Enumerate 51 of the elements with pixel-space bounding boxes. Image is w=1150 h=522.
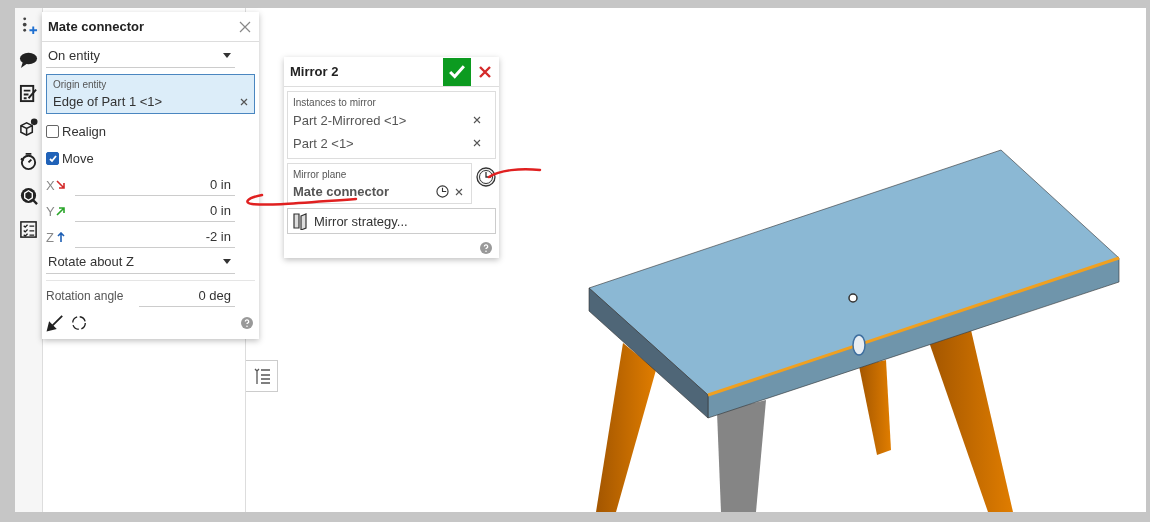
field-value: Mate connector: [293, 184, 390, 199]
field-label: Origin entity: [53, 79, 108, 90]
accept-button[interactable]: [443, 57, 471, 86]
offset-field[interactable]: 0 in: [75, 200, 235, 222]
clear-icon[interactable]: [455, 187, 463, 196]
axis-label: X: [46, 177, 55, 193]
cancel-icon[interactable]: [479, 65, 491, 78]
close-icon[interactable]: [239, 20, 251, 33]
mirror-plane-field[interactable]: Mirror plane Mate connector: [287, 163, 472, 204]
clock-icon[interactable]: [476, 167, 496, 187]
checkbox[interactable]: [46, 125, 59, 138]
annotation-stroke: [487, 168, 542, 179]
instances-field[interactable]: Instances to mirror Part 2-Mirrored <1> Part 2 <1>: [287, 91, 496, 159]
stopwatch-icon[interactable]: [19, 152, 38, 171]
field-label: Instances to mirror: [293, 97, 377, 108]
checklist-icon[interactable]: [19, 220, 38, 239]
offset-field[interactable]: -2 in: [75, 226, 235, 248]
remove-icon[interactable]: [473, 139, 481, 147]
help-icon[interactable]: [480, 242, 492, 254]
check-icon: [449, 64, 465, 79]
outline-toggle-icon[interactable]: [246, 360, 278, 392]
mirror-strategy-button[interactable]: Mirror strategy...: [287, 208, 496, 234]
instance-item: Part 2-Mirrored <1>: [293, 112, 407, 128]
offset-field[interactable]: 0 in: [75, 174, 235, 196]
inspect-icon[interactable]: [19, 186, 38, 205]
remove-icon[interactable]: [473, 116, 481, 124]
rotation-angle-label: Rotation angle: [46, 289, 124, 303]
comment-icon[interactable]: [19, 50, 38, 69]
caret-icon: [223, 259, 231, 264]
checkbox-label: Move: [62, 151, 94, 166]
clock-icon[interactable]: [436, 185, 449, 198]
notes-icon[interactable]: [19, 84, 38, 103]
panel-title: Mate connector: [48, 19, 145, 34]
type-dropdown[interactable]: On entity: [46, 44, 235, 68]
instance-item: Part 2 <1>: [293, 135, 354, 151]
book-icon: [292, 212, 310, 230]
rotate-dropdown[interactable]: Rotate about Z: [46, 250, 235, 274]
checkbox-label: Realign: [62, 124, 107, 139]
rotation-angle-field[interactable]: 0 deg: [139, 285, 235, 307]
axis-label: Z: [46, 229, 55, 245]
caret-icon: [223, 53, 231, 58]
checkbox[interactable]: [46, 152, 59, 165]
field-label: Mirror plane: [293, 169, 348, 180]
flip-arrow-icon[interactable]: [46, 314, 64, 332]
rotate-icon[interactable]: [70, 314, 88, 332]
field-value: Edge of Part 1 <1>: [53, 94, 163, 109]
clear-icon[interactable]: [240, 97, 248, 106]
axis-label: Y: [46, 203, 55, 219]
origin-entity-field[interactable]: Origin entity Edge of Part 1 <1>: [46, 74, 255, 114]
help-icon[interactable]: [241, 317, 253, 329]
panel-title: Mirror 2: [290, 64, 339, 79]
